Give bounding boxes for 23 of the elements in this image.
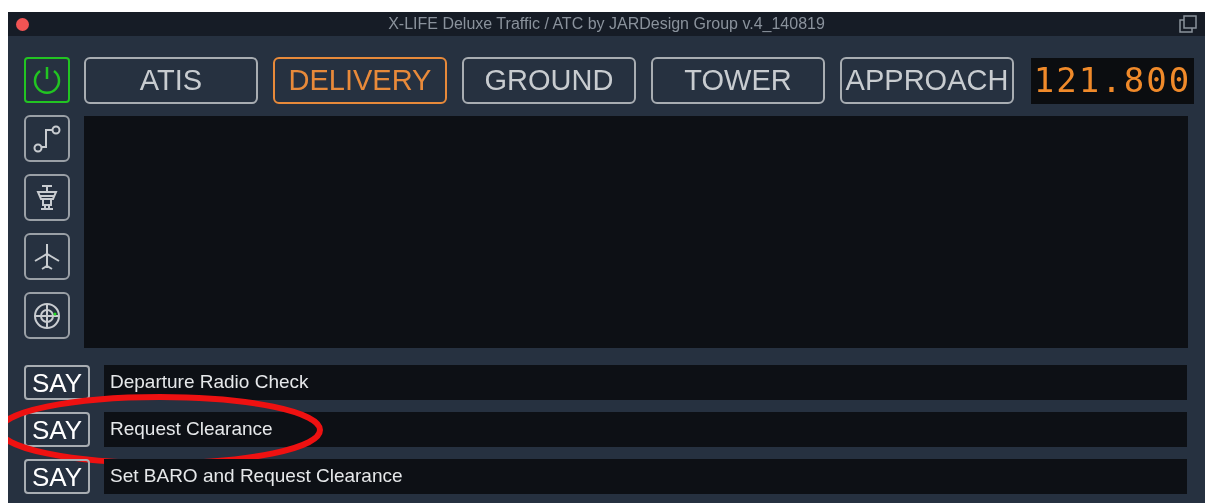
phrase-text: Set BARO and Request Clearance (110, 464, 403, 489)
phrase-field[interactable]: Departure Radio Check (104, 365, 1187, 400)
say-button[interactable]: SAY (24, 412, 90, 447)
tool-button[interactable] (24, 292, 70, 339)
frequency-tab[interactable]: GROUND (462, 57, 636, 104)
close-icon[interactable] (16, 17, 29, 31)
frequency-tab[interactable]: TOWER (651, 57, 825, 104)
tool-button[interactable] (24, 174, 70, 221)
tool-button[interactable] (24, 233, 70, 280)
frequency-tab[interactable]: ATIS (84, 57, 258, 104)
say-button[interactable]: SAY (24, 459, 90, 494)
phrase-text: Request Clearance (110, 417, 273, 442)
frequency-tab[interactable]: APPROACH (840, 57, 1014, 104)
phrase-field[interactable]: Set BARO and Request Clearance (104, 459, 1187, 494)
say-button[interactable]: SAY (24, 365, 90, 400)
phrase-text: Departure Radio Check (110, 370, 309, 395)
frequency-readout: 121.800 (1033, 59, 1192, 102)
phrase-field[interactable]: Request Clearance (104, 412, 1187, 447)
frequency-tab[interactable]: DELIVERY (273, 57, 447, 104)
window-title: X-LIFE Deluxe Traffic / ATC by JARDesign Group v.4_140819 (388, 14, 825, 34)
power-button[interactable] (24, 57, 70, 103)
tool-button[interactable] (24, 115, 70, 162)
restore-icon[interactable] (1179, 15, 1197, 33)
